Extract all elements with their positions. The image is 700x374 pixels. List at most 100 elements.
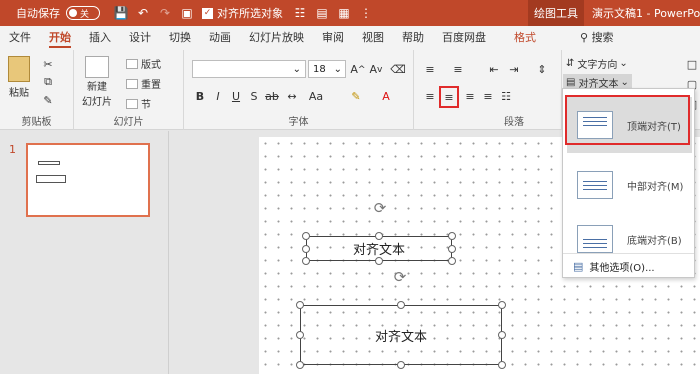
undo-icon[interactable]: ↶ xyxy=(136,6,150,20)
resize-handle[interactable] xyxy=(296,361,304,369)
resize-handle[interactable] xyxy=(498,301,506,309)
align-right-icon[interactable]: ≡ xyxy=(462,88,478,104)
tab-transitions[interactable]: 切换 xyxy=(160,26,200,50)
selection-highlight xyxy=(565,95,690,145)
resize-handle[interactable] xyxy=(296,331,304,339)
slide-number: 1 xyxy=(9,143,16,156)
cut-icon[interactable]: ✂ xyxy=(40,56,56,72)
distribute-icon[interactable]: ▤ xyxy=(315,6,329,20)
thumb-shape-1 xyxy=(38,161,60,165)
italic-icon[interactable]: I xyxy=(210,88,226,104)
resize-handle[interactable] xyxy=(302,245,310,253)
decrease-indent-icon[interactable]: ⇤ xyxy=(486,61,502,77)
resize-handle[interactable] xyxy=(302,257,310,265)
panel-divider[interactable] xyxy=(168,131,169,374)
resize-handle[interactable] xyxy=(375,232,383,240)
resize-handle[interactable] xyxy=(448,257,456,265)
text-direction-icon: ⇵ xyxy=(566,58,575,69)
more-icon[interactable]: ⋮ xyxy=(359,6,373,20)
layout-icon xyxy=(126,58,138,69)
columns-icon[interactable]: ☷ xyxy=(498,88,514,104)
numbering-icon[interactable]: ≡ xyxy=(450,61,466,77)
more-options-label: 其他选项(O)... xyxy=(589,262,655,274)
clear-format-icon[interactable]: ⌫ xyxy=(390,61,406,77)
increase-font-icon[interactable]: A ^ xyxy=(350,61,366,77)
reset-button[interactable]: 重置 xyxy=(126,76,161,91)
font-name-combo[interactable]: ⌄ xyxy=(192,60,306,78)
slides-group-label: 幻灯片 xyxy=(113,117,144,128)
font-size-combo[interactable]: 18 ⌄ xyxy=(308,60,346,78)
tab-design[interactable]: 设计 xyxy=(120,26,160,50)
more-options[interactable]: ▤ 其他选项(O)... xyxy=(567,255,692,277)
ribbon-tabs: 文件 开始 插入 设计 切换 动画 幻灯片放映 审阅 视图 帮助 百度网盘 格式… xyxy=(0,26,700,50)
resize-handle[interactable] xyxy=(296,301,304,309)
align-middle-option[interactable]: 中部对齐(M) xyxy=(567,157,692,213)
textbox-2[interactable]: 对齐文本 xyxy=(300,305,502,365)
context-tool-tab[interactable]: 绘图工具 xyxy=(528,0,584,26)
resize-handle[interactable] xyxy=(448,245,456,253)
rotate-handle-2[interactable]: ⟳ xyxy=(392,269,408,285)
paste-button[interactable]: 粘贴 xyxy=(8,56,30,99)
autosave-toggle[interactable]: 关 xyxy=(66,6,100,20)
tab-view[interactable]: 视图 xyxy=(353,26,393,50)
increase-indent-icon[interactable]: ⇥ xyxy=(506,61,522,77)
resize-handle[interactable] xyxy=(498,361,506,369)
chevron-down-icon: ⌄ xyxy=(619,58,628,69)
new-slide-button[interactable]: 新建 幻灯片 xyxy=(82,56,112,108)
shadow-icon[interactable]: S xyxy=(246,88,262,104)
justify-icon[interactable]: ≡ xyxy=(480,88,496,104)
checkbox-icon: ✓ xyxy=(202,7,213,19)
autosave[interactable]: 自动保存 关 xyxy=(16,0,100,26)
line-spacing-icon[interactable]: ⇕ xyxy=(534,61,550,77)
tab-animations[interactable]: 动画 xyxy=(200,26,240,50)
align-icon[interactable]: ☷ xyxy=(293,6,307,20)
align-selected-label: 对齐所选对象 xyxy=(217,7,283,20)
align-middle-icon xyxy=(577,171,613,199)
resize-handle[interactable] xyxy=(448,232,456,240)
slides-group: 新建 幻灯片 版式 重置 节 幻灯片 xyxy=(74,50,184,130)
slide-thumbnail-1[interactable] xyxy=(26,143,150,217)
tab-file[interactable]: 文件 xyxy=(0,26,40,50)
format-painter-icon[interactable]: ✎ xyxy=(40,92,56,108)
tab-home[interactable]: 开始 xyxy=(40,26,80,50)
resize-handle[interactable] xyxy=(375,257,383,265)
align-left-icon[interactable]: ≡ xyxy=(422,88,438,104)
resize-handle[interactable] xyxy=(397,361,405,369)
decrease-font-icon[interactable]: Av xyxy=(368,61,384,77)
text-direction-button[interactable]: ⇵ 文字方向 ⌄ xyxy=(566,56,628,71)
resize-handle[interactable] xyxy=(498,331,506,339)
save-icon[interactable]: 💾 xyxy=(114,6,129,20)
char-spacing-icon[interactable]: ↔ xyxy=(284,88,300,104)
underline-icon[interactable]: U xyxy=(228,88,244,104)
strikethrough-icon[interactable]: ab xyxy=(264,88,280,104)
copy-icon[interactable]: ⧉ xyxy=(40,74,56,90)
resize-handle[interactable] xyxy=(302,232,310,240)
layout-button[interactable]: 版式 xyxy=(126,56,161,71)
section-icon xyxy=(126,98,138,109)
rotate-handle-1[interactable]: ⟳ xyxy=(372,200,388,216)
search-box[interactable]: ⚲ 搜索 xyxy=(571,26,623,50)
paragraph-group: ≡ ≡ ⇤ ⇥ ⇕ ≡ ≡ ≡ ≡ ☷ 段落 xyxy=(414,50,562,130)
paste-icon xyxy=(8,56,30,82)
change-case-icon[interactable]: Aa xyxy=(308,88,324,104)
font-group: ⌄ 18 ⌄ A ^ Av ⌫ B I U S ab ↔ Aa ✎ A 字体 xyxy=(184,50,414,130)
tab-insert[interactable]: 插入 xyxy=(80,26,120,50)
redo-icon[interactable]: ↷ xyxy=(158,6,172,20)
tab-baidu[interactable]: 百度网盘 xyxy=(433,26,495,50)
tab-review[interactable]: 审阅 xyxy=(313,26,353,50)
align-center-icon[interactable]: ≡ xyxy=(439,86,459,108)
bullets-icon[interactable]: ≡ xyxy=(422,61,438,77)
section-button[interactable]: 节 xyxy=(126,96,151,111)
tab-slideshow[interactable]: 幻灯片放映 xyxy=(240,26,313,50)
tab-format[interactable]: 格式 xyxy=(505,26,545,50)
shape-icon[interactable]: □ xyxy=(684,56,700,72)
align-selected-option[interactable]: ✓ 对齐所选对象 xyxy=(202,0,283,26)
resize-handle[interactable] xyxy=(397,301,405,309)
bold-icon[interactable]: B xyxy=(192,88,208,104)
start-from-beginning-icon[interactable]: ▣ xyxy=(180,6,194,20)
highlight-icon[interactable]: ✎ xyxy=(348,88,364,104)
group-icon[interactable]: ▦ xyxy=(337,6,351,20)
font-color-icon[interactable]: A xyxy=(378,88,394,104)
chevron-down-icon: ⌄ xyxy=(333,63,342,75)
tab-help[interactable]: 帮助 xyxy=(393,26,433,50)
